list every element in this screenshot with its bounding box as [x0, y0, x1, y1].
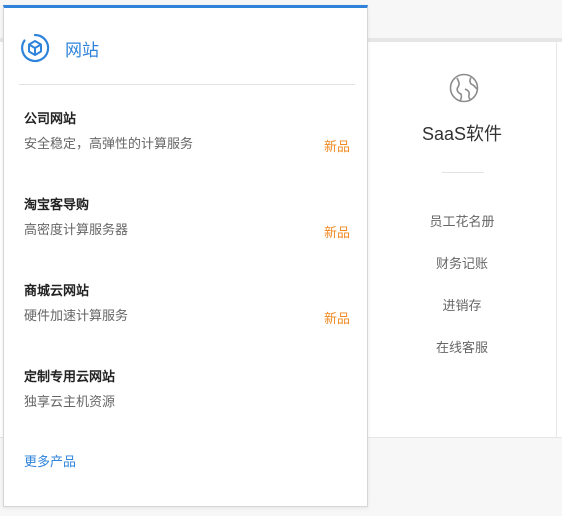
saas-title: SaaS软件 [421, 124, 503, 144]
panel-title: 网站 [65, 40, 99, 61]
website-panel: 网站 公司网站 安全稳定，高弹性的计算服务 新品 淘宝客导购 高密度计算服务器 … [3, 5, 368, 507]
product-name: 定制专用云网站 [24, 370, 116, 385]
panel-header: 网站 [19, 32, 99, 64]
saas-link-inventory[interactable]: 进销存 [368, 295, 556, 314]
product-desc: 安全稳定，高弹性的计算服务 [24, 137, 194, 152]
product-name: 公司网站 [24, 112, 77, 127]
product-company-website[interactable]: 公司网站 安全稳定，高弹性的计算服务 新品 [24, 108, 354, 158]
panel-divider [19, 84, 355, 85]
more-products-link[interactable]: 更多产品 [24, 451, 76, 470]
product-taobao-guide[interactable]: 淘宝客导购 高密度计算服务器 新品 [24, 194, 354, 244]
new-badge: 新品 [323, 312, 350, 327]
globe-icon [449, 73, 479, 103]
saas-divider [442, 172, 484, 173]
product-custom-cloud-website[interactable]: 定制专用云网站 独享云主机资源 [24, 366, 354, 416]
saas-link-online-service[interactable]: 在线客服 [368, 337, 556, 356]
saas-link-bookkeeping[interactable]: 财务记账 [368, 253, 556, 272]
product-mall-cloud-website[interactable]: 商城云网站 硬件加速计算服务 新品 [24, 280, 354, 330]
product-desc: 独享云主机资源 [24, 395, 116, 410]
product-desc: 硬件加速计算服务 [24, 309, 129, 324]
saas-card: SaaS软件 员工花名册 财务记账 进销存 在线客服 [368, 42, 557, 437]
saas-link-employee-roster[interactable]: 员工花名册 [368, 211, 556, 230]
product-name: 淘宝客导购 [24, 198, 90, 213]
product-desc: 高密度计算服务器 [24, 223, 129, 238]
website-cube-icon [21, 33, 50, 63]
new-badge: 新品 [323, 140, 350, 155]
new-badge: 新品 [323, 226, 350, 241]
product-name: 商城云网站 [24, 284, 90, 299]
